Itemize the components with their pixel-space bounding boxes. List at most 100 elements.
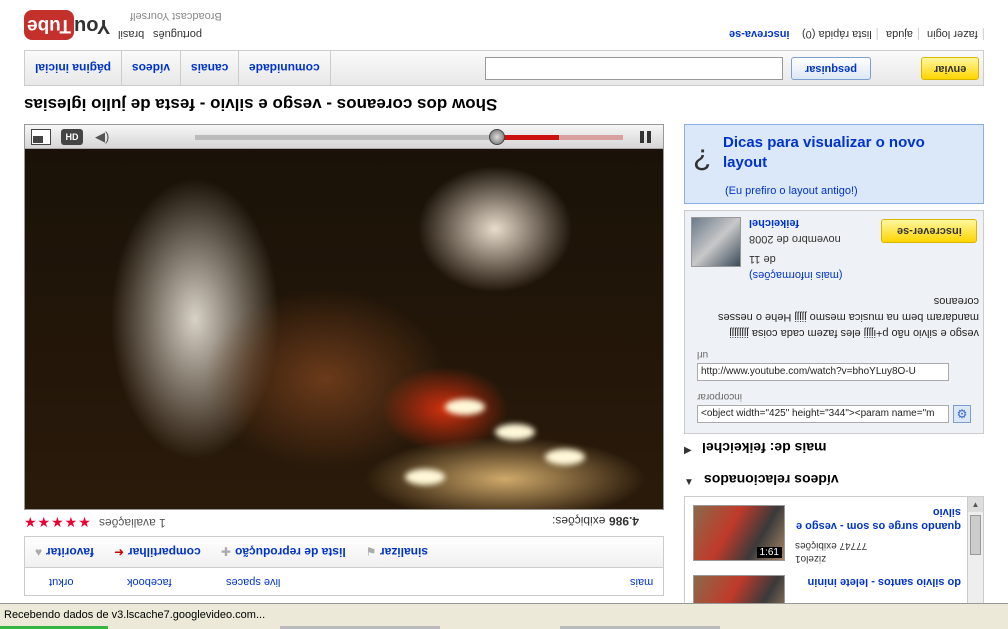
pause-icon[interactable] — [637, 129, 655, 145]
seek-handle[interactable] — [489, 129, 505, 145]
upload-button[interactable]: enviar — [921, 57, 979, 80]
chevron-down-icon: ▼ — [684, 477, 694, 488]
list-item[interactable]: do silvio santos - lelete ininin — [691, 567, 961, 603]
playlist-button[interactable]: ✚ lista de reprodução — [211, 545, 356, 559]
stage-light — [495, 424, 535, 440]
related-title[interactable]: quando surge os som - vesgo e silvio — [795, 505, 961, 533]
share-orkut[interactable]: orkut — [49, 576, 73, 588]
video-player[interactable]: HD ◀) — [24, 124, 664, 510]
video-frame[interactable] — [25, 149, 663, 509]
share-more[interactable]: mais — [630, 576, 653, 588]
volume-icon[interactable]: ◀) — [95, 129, 113, 145]
view-count: exibições: 4.986 — [552, 514, 639, 528]
layout-tips: ¿ Dicas para visualizar o novo layout (E… — [684, 124, 984, 204]
channel-info: feikeichel novembro de 2008 de 11 (mais … — [684, 210, 984, 434]
quicklist-link[interactable]: lista rápida (0) — [797, 28, 879, 40]
avatar[interactable] — [691, 217, 741, 267]
share-options: orkut facebook live spaces mais — [24, 568, 664, 596]
rating-stars[interactable]: ★★★★★ — [24, 514, 92, 530]
question-icon: ¿ — [693, 139, 712, 172]
views-number: 4.986 — [608, 514, 639, 528]
subscribe-label: inscrever-se — [896, 225, 962, 237]
nav-bar: página inicial vídeos canais comunidade … — [24, 50, 984, 86]
more-from-header[interactable]: ▶ mais de: feikeichel — [684, 440, 826, 456]
search-button-label: pesquisar — [805, 62, 857, 75]
search-input[interactable] — [485, 57, 783, 80]
views-label: exibições: — [552, 514, 606, 528]
share-facebook[interactable]: facebook — [127, 576, 172, 588]
related-meta: 77747 exibições zizelo1 — [795, 539, 867, 565]
video-actions: ♥ favoritar ➜ compartilhar ✚ lista de repro… — [24, 536, 664, 568]
channel-name[interactable]: feikeichel — [749, 217, 799, 229]
related-author[interactable]: zizelo1 — [795, 552, 826, 565]
video-description: vesgo e silvio não p+ijjjj eles fazem ca… — [717, 295, 979, 339]
scrollbar[interactable]: ▲ — [967, 497, 983, 603]
old-layout-link[interactable]: (Eu prefiro o layout antigo!) — [725, 185, 858, 197]
tab-channels-label: canais — [191, 61, 229, 75]
share-label: compartilhar — [128, 545, 201, 559]
help-link[interactable]: ajuda — [881, 28, 920, 40]
channel-date: novembro de 2008 — [749, 233, 841, 245]
screen-size-icon[interactable] — [31, 129, 51, 145]
favorite-button[interactable]: ♥ favoritar — [25, 545, 104, 559]
tab-channels[interactable]: canais — [181, 51, 240, 85]
share-button[interactable]: ➜ compartilhar — [104, 545, 211, 559]
related-views: 77747 exibições — [795, 540, 868, 551]
top-links: inscreva-se lista rápida (0) ajuda fazer… — [724, 28, 984, 40]
rating: ★★★★★ 1 avaliações — [24, 514, 166, 530]
plus-icon: ✚ — [220, 545, 231, 559]
tab-home-label: página inicial — [35, 61, 112, 75]
embed-field[interactable]: <object width="425" height="344"><param … — [697, 405, 949, 423]
lang-portugues[interactable]: português — [153, 28, 202, 40]
tips-title[interactable]: Dicas para visualizar o novo layout — [723, 133, 973, 173]
chevron-right-icon: ▶ — [684, 445, 692, 456]
more-info-link[interactable]: (mais informações) — [749, 269, 843, 281]
upload-button-label: enviar — [933, 62, 967, 75]
channel-day: de 11 — [749, 253, 776, 265]
player-controls: HD ◀) — [25, 125, 663, 149]
tab-community[interactable]: comunidade — [239, 51, 332, 85]
status-text: Recebendo dados de v3.lscache7.googlevid… — [4, 609, 266, 621]
seek-played — [503, 135, 559, 140]
url-field[interactable]: http://www.youtube.com/watch?v=bhoYLuy8O… — [697, 363, 949, 381]
browser-status-bar: Recebendo dados de v3.lscache7.googlevid… — [0, 603, 1008, 629]
tagline: Broadcast Yourself — [130, 10, 222, 22]
youtube-page: Tube You Broadcast Yourself brasil portu… — [0, 0, 1008, 629]
login-link[interactable]: fazer login — [922, 28, 984, 40]
logo-you: You — [74, 15, 111, 37]
signup-link[interactable]: inscreva-se — [724, 28, 795, 40]
duration: 1:61 — [756, 547, 782, 558]
lang-brasil[interactable]: brasil — [118, 28, 144, 40]
related-header[interactable]: ▼ vídeos relacionados — [684, 472, 839, 488]
tab-community-label: comunidade — [249, 61, 321, 75]
favorite-label: favoritar — [46, 545, 95, 559]
stage-light — [545, 449, 585, 465]
ratings-count: 1 avaliações — [99, 516, 166, 530]
scroll-thumb[interactable] — [970, 515, 981, 555]
language-links: brasil português — [118, 28, 208, 40]
tab-home[interactable]: página inicial — [25, 51, 123, 85]
stage-light — [445, 399, 485, 415]
playlist-label: lista de reprodução — [234, 545, 346, 559]
flag-icon: ⚑ — [365, 545, 377, 559]
youtube-logo[interactable]: Tube You — [24, 8, 111, 42]
video-thumbnail[interactable] — [693, 575, 785, 603]
scroll-up-icon[interactable]: ▲ — [968, 497, 983, 512]
list-item[interactable]: 1:61 quando surge os som - vesgo e silvi… — [691, 497, 961, 564]
tab-videos[interactable]: vídeos — [122, 51, 182, 85]
related-videos: 1:61 quando surge os som - vesgo e silvi… — [684, 496, 984, 604]
seek-bar[interactable] — [195, 135, 623, 140]
subscribe-button[interactable]: inscrever-se — [881, 219, 977, 243]
hd-toggle[interactable]: HD — [61, 129, 83, 145]
video-title: Show dos coreanos - vesgo e silvio - fes… — [24, 95, 498, 114]
embed-label: incorporar — [697, 391, 743, 402]
related-label: vídeos relacionados — [703, 472, 839, 488]
share-live-spaces[interactable]: live spaces — [226, 576, 280, 588]
search-button[interactable]: pesquisar — [791, 57, 871, 80]
tab-videos-label: vídeos — [132, 61, 171, 75]
flag-button[interactable]: ⚑ sinalizar — [356, 545, 439, 559]
video-thumbnail[interactable]: 1:61 — [693, 505, 785, 561]
gear-icon[interactable]: ⚙ — [953, 405, 971, 423]
related-title[interactable]: do silvio santos - lelete ininin — [795, 575, 961, 589]
heart-icon: ♥ — [35, 545, 43, 559]
